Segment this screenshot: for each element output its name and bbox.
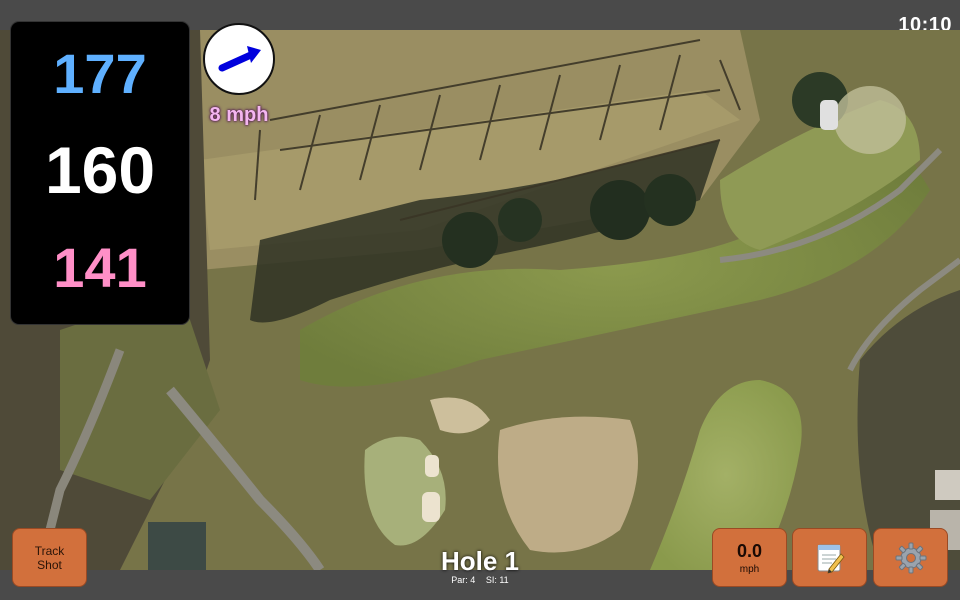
distance-panel: 177 160 141 [11, 22, 189, 324]
settings-button[interactable] [873, 528, 948, 587]
hole-stroke-index: SI: 11 [485, 575, 509, 585]
front-distance: 141 [53, 236, 147, 299]
wind-speed-value: 0.0 [736, 540, 763, 561]
hole-par: Par: 4 [451, 575, 476, 585]
hole-details: Par: 4 SI: 11 [380, 575, 580, 585]
gear-icon [895, 542, 926, 573]
wind-speed-label: 8 mph [209, 104, 269, 126]
back-distance: 177 [53, 42, 147, 105]
track-shot-label: Track Shot [34, 543, 65, 572]
wind-speed-unit: mph [739, 563, 760, 575]
notepad-icon [817, 544, 845, 574]
notes-button[interactable] [792, 528, 867, 587]
track-shot-button[interactable]: Track Shot [12, 528, 87, 587]
hole-title: Hole 1 [440, 546, 520, 576]
center-distance: 160 [44, 133, 156, 207]
hole-info: Hole 1 Par: 4 SI: 11 [380, 548, 580, 585]
wind-direction-dial [203, 23, 275, 95]
wind-speed-button[interactable]: 0.0 mph [712, 528, 787, 587]
arrow-icon [218, 46, 261, 72]
